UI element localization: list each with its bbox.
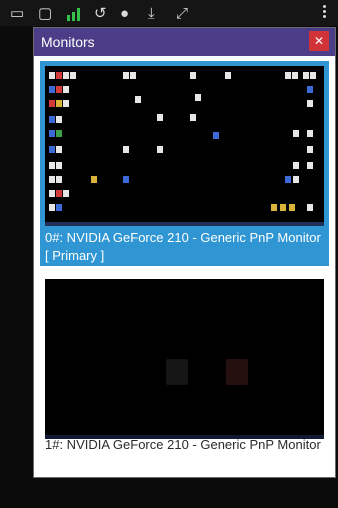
expand-icon[interactable]: ⤢ bbox=[176, 3, 188, 23]
panel-titlebar: Monitors ✕ bbox=[34, 28, 335, 56]
restore-icon[interactable]: ↺ bbox=[94, 3, 107, 23]
panel-title: Monitors bbox=[41, 34, 95, 50]
monitor-1-thumbnail bbox=[45, 279, 324, 439]
monitor-item-1[interactable]: 1#: NVIDIA GeForce 210 - Generic PnP Mon… bbox=[40, 274, 329, 474]
monitor-1-label: 1#: NVIDIA GeForce 210 - Generic PnP Mon… bbox=[45, 437, 321, 452]
monitors-panel: Monitors ✕ 0#: NVIDIA GeForce 210 - Gene… bbox=[33, 27, 336, 478]
monitor-0-label: 0#: NVIDIA GeForce 210 - Generic PnP Mon… bbox=[45, 230, 321, 263]
top-toolbar: ▭ ▢ ↺ ● ⤓ ⤢ bbox=[0, 0, 338, 26]
more-options-icon[interactable] bbox=[323, 4, 326, 19]
chat-icon[interactable]: ▢ bbox=[38, 3, 52, 23]
close-icon[interactable]: ✕ bbox=[309, 31, 329, 51]
monitor-item-0[interactable]: 0#: NVIDIA GeForce 210 - Generic PnP Mon… bbox=[40, 61, 329, 266]
download-icon[interactable]: ⤓ bbox=[148, 3, 155, 23]
record-dot-icon[interactable]: ● bbox=[120, 3, 129, 23]
signal-bars-icon[interactable] bbox=[66, 3, 84, 23]
taskbar-icon-2[interactable]: ▭ bbox=[10, 3, 24, 23]
monitor-0-thumbnail bbox=[45, 66, 324, 226]
